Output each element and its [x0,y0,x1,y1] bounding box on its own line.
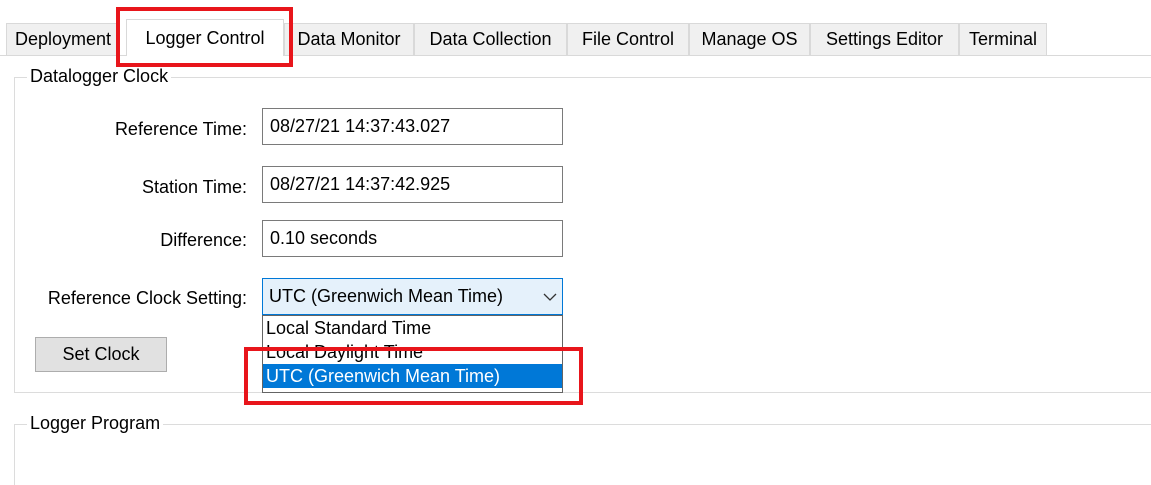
set-clock-button[interactable]: Set Clock [35,337,167,372]
tab-deployment[interactable]: Deployment [6,23,120,55]
option-utc[interactable]: UTC (Greenwich Mean Time) [263,364,562,388]
reference-clock-select[interactable]: UTC (Greenwich Mean Time) [262,278,563,315]
tab-data-collection[interactable]: Data Collection [414,23,567,55]
reference-time-field[interactable]: 08/27/21 14:37:43.027 [262,108,563,145]
reference-time-label: Reference Time: [114,119,247,139]
difference-label: Difference: [160,230,247,250]
reference-clock-selected-value: UTC (Greenwich Mean Time) [269,286,504,306]
option-local-standard-time[interactable]: Local Standard Time [263,316,562,340]
tab-strip: Deployment Logger Control Data Monitor D… [0,19,1151,56]
option-local-daylight-time[interactable]: Local Daylight Time [263,340,562,364]
difference-field[interactable]: 0.10 seconds [262,220,563,257]
logger-program-title: Logger Program [27,413,164,434]
chevron-down-icon[interactable] [538,279,562,314]
reference-clock-setting-label: Reference Clock Setting: [47,288,247,308]
station-time-field[interactable]: 08/27/21 14:37:42.925 [262,166,563,203]
tab-file-control[interactable]: File Control [567,23,689,55]
tab-logger-control[interactable]: Logger Control [126,19,284,56]
tab-manage-os[interactable]: Manage OS [689,23,810,55]
datalogger-clock-title: Datalogger Clock [27,66,172,87]
tab-data-monitor[interactable]: Data Monitor [284,23,414,55]
logger-program-group [14,424,1151,485]
reference-clock-dropdown: Local Standard Time Local Daylight Time … [262,315,563,393]
tab-terminal[interactable]: Terminal [959,23,1047,55]
station-time-label: Station Time: [141,177,247,197]
tab-settings-editor[interactable]: Settings Editor [810,23,959,55]
logger-control-panel: Datalogger Clock Reference Time: 08/27/2… [0,56,1151,485]
